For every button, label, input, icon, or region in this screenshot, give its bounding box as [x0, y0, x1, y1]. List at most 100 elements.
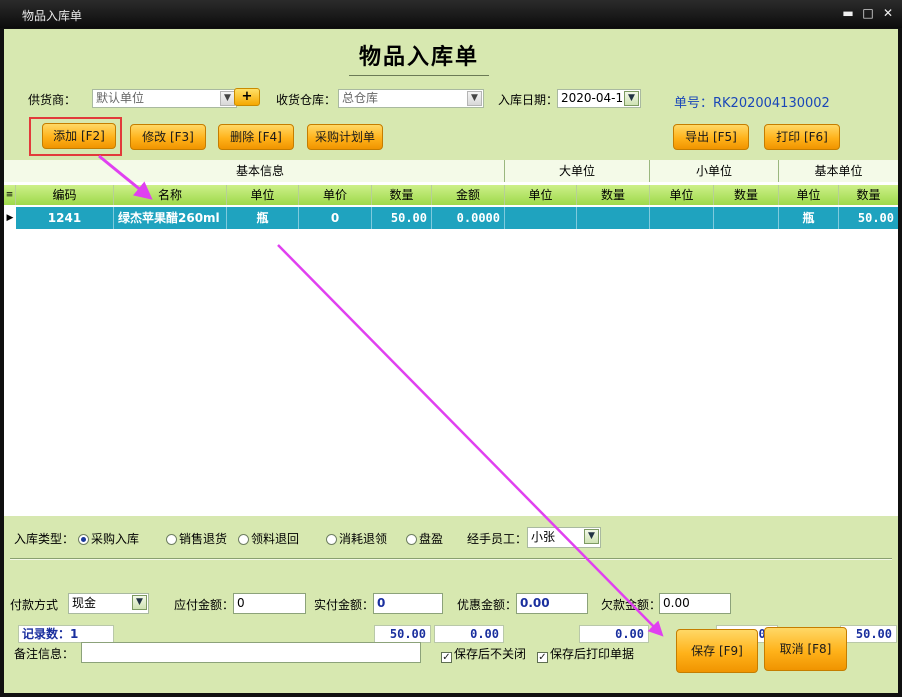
handler-label: 经手员工：: [467, 532, 528, 546]
radio-purchase-in[interactable]: 采购入库: [78, 530, 139, 547]
radio-consumption-return[interactable]: 消耗退领: [326, 530, 387, 547]
remark-label: 备注信息：: [14, 647, 75, 661]
owed-amount-field[interactable]: 0.00: [659, 593, 731, 614]
col-name[interactable]: 名称: [114, 185, 227, 205]
col-big-qty[interactable]: 数量: [577, 185, 650, 205]
cell-code[interactable]: 1241: [16, 207, 114, 229]
grid-group-header: 基本信息 大单位 小单位 基本单位: [4, 160, 898, 182]
radio-unchecked-icon: [326, 534, 337, 545]
print-after-save-checkbox[interactable]: ✓ 保存后打印单据: [537, 645, 634, 663]
cell-base-qty[interactable]: 50.00: [839, 207, 898, 229]
record-count: 记录数：1: [18, 625, 114, 643]
total-big-qty: 0.00: [579, 625, 649, 643]
warehouse-label: 收货仓库：: [276, 93, 337, 107]
supplier-label: 供货商：: [28, 93, 77, 107]
chevron-down-icon[interactable]: ▼: [132, 595, 147, 610]
payable-amount-field[interactable]: 0: [233, 593, 306, 614]
col-unit[interactable]: 单位: [227, 185, 299, 205]
print-button[interactable]: 打印 [F6]: [764, 124, 840, 150]
payable-label: 应付金额：: [174, 598, 235, 612]
app-window: 物品入库单 ▬ □ ✕ 物品入库单 供货商： 默认单位 ▼ + 收货仓库： 总仓…: [0, 0, 902, 697]
col-price[interactable]: 单价: [299, 185, 372, 205]
cell-base-unit[interactable]: 瓶: [779, 207, 839, 229]
radio-inventory-surplus[interactable]: 盘盈: [406, 530, 443, 547]
col-base-unit[interactable]: 单位: [779, 185, 839, 205]
date-value: 2020-04-13: [561, 91, 631, 105]
radio-material-return[interactable]: 领料退回: [238, 530, 299, 547]
export-button[interactable]: 导出 [F5]: [673, 124, 749, 150]
grid-column-header: ≡ 编码 名称 单位 单价 数量 金额 单位 数量 单位 数量 单位 数量: [4, 185, 898, 205]
discount-amount-field[interactable]: 0.00: [516, 593, 588, 614]
radio-unchecked-icon: [238, 534, 249, 545]
stock-type-label: 入库类型：: [14, 532, 75, 546]
payment-method-select[interactable]: 现金 ▼: [68, 593, 149, 614]
supplier-select[interactable]: 默认单位 ▼: [92, 89, 237, 108]
total-qty: 50.00: [374, 625, 431, 643]
title-bar: 物品入库单 ▬ □ ✕: [0, 0, 902, 28]
paid-amount-field[interactable]: 0: [373, 593, 443, 614]
total-amount: 0.00: [434, 625, 504, 643]
cell-qty[interactable]: 50.00: [372, 207, 432, 229]
owed-label: 欠款金额：: [601, 598, 662, 612]
handler-value: 小张: [531, 530, 556, 544]
chevron-down-icon[interactable]: ▼: [467, 91, 482, 106]
window-title: 物品入库单: [22, 9, 83, 23]
warehouse-value: 总仓库: [342, 91, 379, 105]
radio-unchecked-icon: [406, 534, 417, 545]
col-small-qty[interactable]: 数量: [714, 185, 779, 205]
cancel-button[interactable]: 取消 [F8]: [764, 627, 847, 671]
col-code[interactable]: 编码: [16, 185, 114, 205]
radio-unchecked-icon: [166, 534, 177, 545]
remark-input[interactable]: [81, 642, 421, 663]
maximize-icon[interactable]: □: [860, 5, 876, 21]
add-supplier-button[interactable]: +: [234, 88, 260, 106]
delete-button[interactable]: 删除 [F4]: [218, 124, 294, 150]
cell-big-unit[interactable]: [505, 207, 577, 229]
group-basic-info: 基本信息: [16, 160, 505, 182]
discount-label: 优惠金额：: [457, 598, 518, 612]
cell-unit[interactable]: 瓶: [227, 207, 299, 229]
chevron-down-icon[interactable]: ▼: [584, 529, 599, 544]
col-small-unit[interactable]: 单位: [650, 185, 714, 205]
calendar-dropdown-icon[interactable]: ▼: [624, 91, 639, 106]
payment-method-value: 现金: [72, 596, 97, 610]
col-base-qty[interactable]: 数量: [839, 185, 898, 205]
cell-amount[interactable]: 0.0000: [432, 207, 505, 229]
close-icon[interactable]: ✕: [880, 5, 896, 21]
row-indicator-icon: ≡: [4, 185, 16, 205]
col-big-unit[interactable]: 单位: [505, 185, 577, 205]
cell-small-qty[interactable]: [714, 207, 779, 229]
edit-button[interactable]: 修改 [F3]: [130, 124, 206, 150]
paid-label: 实付金额：: [314, 598, 375, 612]
row-pointer-icon: ▶: [4, 207, 16, 229]
cell-price[interactable]: 0: [299, 207, 372, 229]
purchase-plan-button[interactable]: 采购计划单: [307, 124, 383, 150]
items-grid[interactable]: 基本信息 大单位 小单位 基本单位 ≡ 编码 名称 单位 单价 数量 金额 单位…: [4, 160, 898, 643]
keep-open-checkbox[interactable]: ✓ 保存后不关闭: [441, 645, 526, 663]
form-body: 物品入库单 供货商： 默认单位 ▼ + 收货仓库： 总仓库 ▼ 入库日期： 20…: [4, 29, 898, 693]
group-big-unit: 大单位: [505, 160, 650, 182]
warehouse-select[interactable]: 总仓库 ▼: [338, 89, 484, 108]
highlight-box: [29, 117, 122, 156]
table-row[interactable]: ▶ 1241 绿杰苹果醋260ml 瓶 0 50.00 0.0000 瓶 50.…: [4, 207, 898, 229]
col-qty[interactable]: 数量: [372, 185, 432, 205]
supplier-value: 默认单位: [96, 91, 145, 105]
cell-big-qty[interactable]: [577, 207, 650, 229]
checkbox-checked-icon: ✓: [537, 652, 548, 663]
radio-sales-return[interactable]: 销售退货: [166, 530, 227, 547]
cell-small-unit[interactable]: [650, 207, 714, 229]
radio-checked-icon: [78, 534, 89, 545]
order-number: 单号：RK202004130002: [674, 96, 830, 111]
date-label: 入库日期：: [498, 93, 559, 107]
chevron-down-icon[interactable]: ▼: [220, 91, 235, 106]
date-picker[interactable]: 2020-04-13 ▼: [557, 89, 641, 108]
total-base-qty: 50.00: [840, 625, 897, 643]
save-button[interactable]: 保存 [F9]: [676, 629, 758, 673]
cell-name[interactable]: 绿杰苹果醋260ml: [114, 207, 227, 229]
col-amount[interactable]: 金额: [432, 185, 505, 205]
section-divider: [10, 558, 892, 560]
group-small-unit: 小单位: [650, 160, 779, 182]
handler-select[interactable]: 小张 ▼: [527, 527, 601, 548]
page-title: 物品入库单: [349, 39, 489, 76]
minimize-icon[interactable]: ▬: [840, 5, 856, 21]
